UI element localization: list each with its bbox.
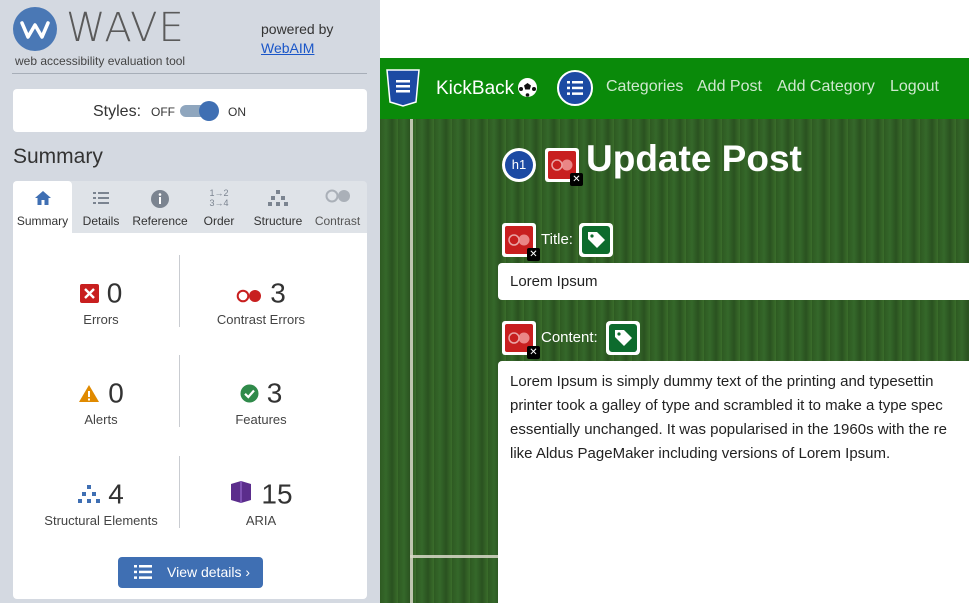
field-line xyxy=(410,555,500,558)
styles-off-label: OFF xyxy=(151,105,175,119)
styles-toggle-box: Styles: OFF ON xyxy=(13,89,367,132)
label-tag-fill xyxy=(582,226,610,254)
tab-contrast-label: Contrast xyxy=(314,214,361,228)
contrast-errors-count: 3 xyxy=(270,277,286,309)
tab-order-label: Order xyxy=(203,214,235,228)
title-label: Title: xyxy=(541,231,573,248)
info-icon xyxy=(130,189,190,209)
contrast-error-marker-icon[interactable]: ✕ xyxy=(502,223,540,261)
content-line: essentially unchanged. It was popularise… xyxy=(510,421,947,438)
tab-structure[interactable]: Structure xyxy=(248,181,308,233)
structural-count: 4 xyxy=(108,478,124,510)
wave-sidebar: WAVE web accessibility evaluation tool p… xyxy=(0,0,380,603)
order-icon: 1→2 3→4 xyxy=(209,188,229,208)
content-line: Lorem Ipsum is simply dummy text of the … xyxy=(510,373,934,390)
close-icon: ✕ xyxy=(527,346,540,359)
soccer-ball-icon xyxy=(517,77,538,104)
contrast-error-marker-icon[interactable]: ✕ xyxy=(545,148,583,186)
close-icon: ✕ xyxy=(527,248,540,261)
feature-check-icon xyxy=(240,378,259,410)
powered-by-text: powered by xyxy=(261,21,334,37)
view-details-button[interactable]: View details › xyxy=(118,557,263,588)
tab-details-label: Details xyxy=(82,214,120,228)
contrast-error-marker-icon[interactable]: ✕ xyxy=(502,321,540,359)
h1-marker-icon: h1 xyxy=(502,148,536,182)
wave-logo-icon xyxy=(13,7,57,51)
aria-label: ARIA xyxy=(245,513,277,528)
tab-summary[interactable]: Summary xyxy=(13,181,72,233)
stat-errors[interactable]: 0 Errors xyxy=(21,276,181,327)
error-icon xyxy=(79,278,99,310)
tab-details[interactable]: Details xyxy=(72,181,130,233)
styles-on-label: ON xyxy=(228,105,246,119)
content-line: printer took a galley of type and scramb… xyxy=(510,397,943,414)
structure-icon xyxy=(78,479,101,511)
site-navbar: KickBack Categories Add Post Add Categor… xyxy=(380,58,969,119)
content-label: Content: xyxy=(541,329,598,346)
aria-count: 15 xyxy=(261,478,293,510)
css-shield-logo-icon[interactable] xyxy=(383,68,423,108)
wave-logo-text: WAVE xyxy=(66,5,185,51)
contrast-errors-label: Contrast Errors xyxy=(216,312,306,327)
tab-order[interactable]: 1→2 3→4 Order xyxy=(190,181,248,233)
tab-structure-label: Structure xyxy=(253,214,303,228)
stat-features[interactable]: 3 Features xyxy=(181,376,341,427)
tab-summary-label: Summary xyxy=(16,214,69,228)
stat-contrast-errors[interactable]: 3 Contrast Errors xyxy=(181,276,341,327)
stat-alerts[interactable]: 0 Alerts xyxy=(21,376,181,427)
structural-label: Structural Elements xyxy=(44,513,158,528)
content-line: like Aldus PageMaker including versions … xyxy=(510,445,891,462)
site-brand[interactable]: KickBack xyxy=(436,78,514,100)
nav-link-add-post[interactable]: Add Post xyxy=(697,78,762,96)
view-details-label: View details › xyxy=(167,564,251,580)
wave-list-marker-icon xyxy=(557,70,593,106)
tab-reference[interactable]: Reference xyxy=(130,181,190,233)
h1-marker-text: h1 xyxy=(505,151,533,179)
nav-link-categories[interactable]: Categories xyxy=(606,78,683,96)
evaluated-page: KickBack Categories Add Post Add Categor… xyxy=(380,0,969,603)
stat-aria[interactable]: 15 ARIA xyxy=(181,477,341,528)
summary-panel: 0 Errors 3 Contrast Errors 0 Alerts 3 Fe… xyxy=(13,233,367,599)
label-tag-icon[interactable] xyxy=(579,223,613,257)
contrast-error-icon xyxy=(236,278,262,310)
nav-link-logout[interactable]: Logout xyxy=(890,78,939,96)
title-input[interactable]: Lorem Ipsum xyxy=(498,263,969,300)
features-count: 3 xyxy=(266,377,283,409)
tab-reference-label: Reference xyxy=(132,214,188,228)
page-heading: Update Post xyxy=(586,138,802,179)
webaim-link[interactable]: WebAIM xyxy=(261,40,314,56)
stat-structural[interactable]: 4 Structural Elements xyxy=(21,477,181,528)
home-icon xyxy=(13,189,72,209)
summary-title: Summary xyxy=(13,145,103,168)
list-icon xyxy=(72,189,130,209)
aria-icon xyxy=(229,479,253,511)
structure-icon xyxy=(248,189,308,209)
styles-label: Styles: xyxy=(93,103,142,120)
styles-toggle-knob[interactable] xyxy=(199,101,219,121)
alerts-label: Alerts xyxy=(84,412,118,427)
powered-by: powered by WebAIM xyxy=(261,20,333,58)
close-icon: ✕ xyxy=(570,173,583,186)
wave-tagline: web accessibility evaluation tool xyxy=(15,54,186,68)
content-textarea[interactable]: Lorem Ipsum is simply dummy text of the … xyxy=(498,361,969,603)
divider xyxy=(12,73,367,74)
features-label: Features xyxy=(235,412,287,427)
errors-label: Errors xyxy=(83,312,119,327)
alert-icon xyxy=(78,378,100,410)
alerts-count: 0 xyxy=(108,377,124,409)
tab-contrast[interactable]: Contrast xyxy=(308,181,367,233)
wave-tabs: Summary Details Reference 1→2 3→4 Order S… xyxy=(13,181,367,233)
contrast-icon xyxy=(308,189,367,209)
nav-link-add-category[interactable]: Add Category xyxy=(777,78,875,96)
label-tag-icon[interactable] xyxy=(606,321,640,355)
errors-count: 0 xyxy=(106,277,123,309)
list-icon xyxy=(134,564,152,583)
field-line xyxy=(410,119,413,603)
label-tag-fill xyxy=(609,324,637,352)
